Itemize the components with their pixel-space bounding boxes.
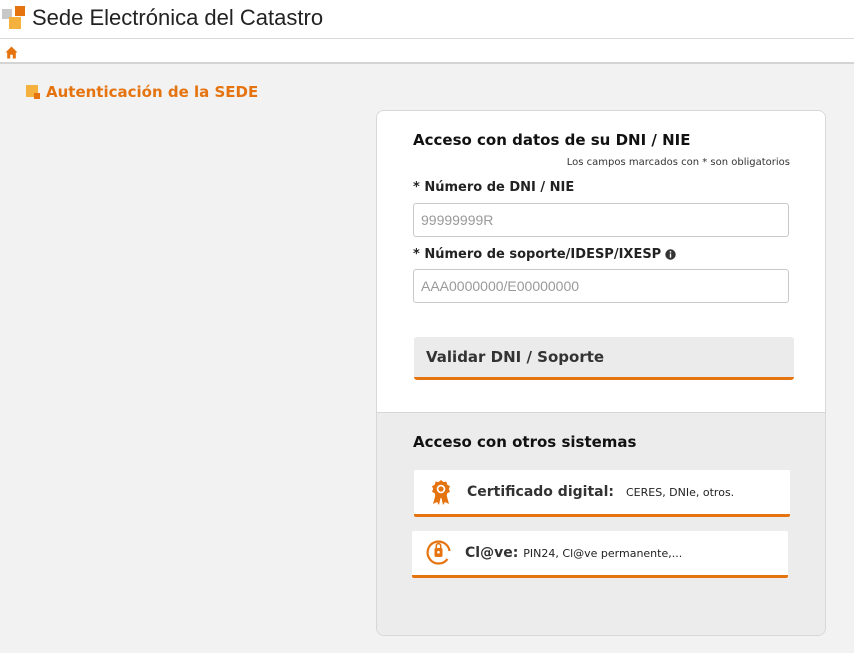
dni-access-panel: Acceso con datos de su DNI / NIE Los cam… <box>377 111 825 412</box>
clave-login-option[interactable]: Cl@ve: PIN24, Cl@ve permanente,... <box>412 531 788 578</box>
required-fields-note: Los campos marcados con * son obligatori… <box>566 157 790 168</box>
top-header: Sede Electrónica del Catastro <box>0 0 854 39</box>
support-number-input[interactable] <box>413 269 789 303</box>
certificate-option-title: Certificado digital: <box>467 484 614 500</box>
other-access-heading: Acceso con otros sistemas <box>413 433 637 451</box>
certificate-login-option[interactable]: Certificado digital: CERES, DNIe, otros. <box>414 470 790 517</box>
section-bullet-icon <box>26 85 40 99</box>
info-icon[interactable] <box>665 249 676 260</box>
validate-dni-button[interactable]: Validar DNI / Soporte <box>414 337 794 380</box>
certificate-option-description: CERES, DNIe, otros. <box>625 485 735 499</box>
support-number-label: * Número de soporte/IDESP/IXESP <box>413 247 662 262</box>
certificate-award-icon <box>427 478 455 506</box>
home-icon[interactable] <box>5 44 18 59</box>
section-title: Autenticación de la SEDE <box>26 82 258 102</box>
clave-option-title: Cl@ve: <box>465 545 519 561</box>
clave-at-icon <box>425 539 453 567</box>
support-number-label-row: * Número de soporte/IDESP/IXESP <box>413 247 676 262</box>
dni-number-label: * Número de DNI / NIE <box>413 180 575 195</box>
dni-access-heading: Acceso con datos de su DNI / NIE <box>413 131 691 149</box>
catastro-logo-icon <box>2 6 26 30</box>
breadcrumb-bar <box>0 39 854 64</box>
authentication-card: Acceso con datos de su DNI / NIE Los cam… <box>376 110 826 636</box>
site-title: Sede Electrónica del Catastro <box>32 5 324 30</box>
clave-option-description: PIN24, Cl@ve permanente,... <box>523 546 683 560</box>
section-title-text: Autenticación de la SEDE <box>46 83 259 101</box>
dni-number-input[interactable] <box>413 203 789 237</box>
